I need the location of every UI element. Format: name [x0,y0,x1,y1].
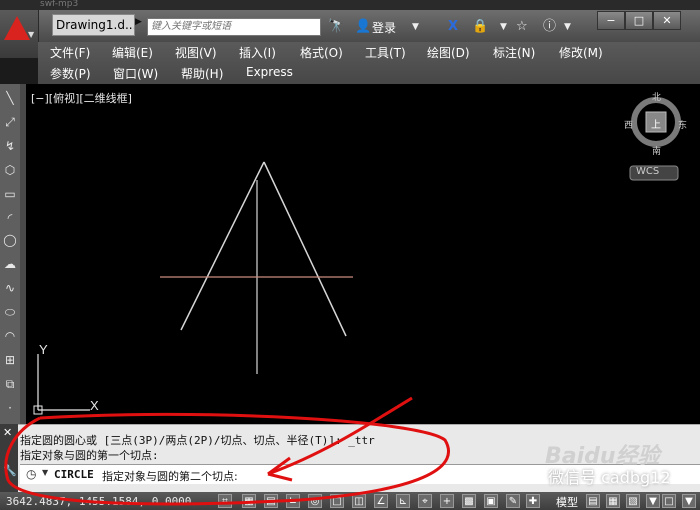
line-tool-icon[interactable]: ╲ [2,90,18,106]
arc-icon[interactable]: ◜ [2,210,18,226]
current-command: CIRCLE [54,468,94,481]
dynamic-input-icon[interactable]: ⌖ [418,494,432,508]
close-icon[interactable]: ✕ [3,426,12,439]
spline-icon[interactable]: ∿ [2,280,18,296]
quick-properties-icon[interactable]: ▣ [484,494,498,508]
selection-cycling-icon[interactable]: ✎ [506,494,520,508]
window-caption: swf-mp3 [40,0,79,9]
user-icon[interactable]: 👤 [355,18,371,36]
menu-edit[interactable]: 编辑(E) [112,44,153,61]
model-space-button[interactable]: 模型 [556,494,578,510]
application-menu-button[interactable]: ▼ [0,10,39,58]
menu-format[interactable]: 格式(O) [300,44,343,61]
close-button[interactable]: ✕ [653,11,681,30]
draw-toolbar: ╲ ⤢ ↯ ⬡ ▭ ◜ ◯ ☁ ∿ ⬭ ◠ ⊞ ⧉ · [0,84,20,424]
current-prompt: 指定对象与圆的第二个切点: [102,470,238,483]
document-title: Drawing1.d... [52,14,135,36]
top-caption-strip: swf-mp3 [0,0,700,10]
left-slanted-line[interactable] [180,161,265,331]
circle-icon[interactable]: ◯ [2,232,18,248]
3d-osnap-icon[interactable]: ◫ [352,494,366,508]
pan-icon[interactable]: ▼ [646,494,660,508]
command-window-tab: ✕ 🔧 [0,424,18,492]
chevron-down-icon: ▼ [28,30,35,39]
construction-line-icon[interactable]: ⤢ [2,114,18,130]
menu-help[interactable]: 帮助(H) [181,65,223,82]
clean-screen-icon[interactable]: □ [662,494,676,508]
revision-cloud-icon[interactable]: ☁ [2,256,18,272]
drawing-viewport[interactable]: Y X 北 南 东 西 上 WCS [26,84,700,424]
viewport-controls-label[interactable]: [−][俯视][二维线框] [31,90,132,106]
viewcube-top-face[interactable]: 上 [651,116,661,131]
infer-constraints-icon[interactable]: ⌗ [218,494,232,508]
help-icon[interactable]: ⓘ [543,18,556,36]
insert-block-icon[interactable]: ⊞ [2,352,18,368]
menu-modify[interactable]: 修改(M) [559,44,603,61]
ucs-y-label: Y [39,342,48,357]
polar-tracking-icon[interactable]: ◎ [308,494,322,508]
chevron-down-icon[interactable]: ▼ [682,494,696,508]
quick-view-layouts-icon[interactable]: ▦ [606,494,620,508]
maximize-button[interactable]: □ [625,11,653,30]
minimize-button[interactable]: − [597,11,625,30]
menu-dimension[interactable]: 标注(N) [493,44,535,61]
snap-mode-icon[interactable]: ▦ [242,494,256,508]
menu-draw[interactable]: 绘图(D) [427,44,470,61]
ucs-icon: Y X [33,342,99,415]
ellipse-arc-icon[interactable]: ◠ [2,328,18,344]
ortho-mode-icon[interactable]: ∟ [286,494,300,508]
ucs-x-label: X [90,398,99,413]
point-icon[interactable]: · [2,400,18,416]
menu-file[interactable]: 文件(F) [50,44,90,61]
compass-north: 北 [652,93,662,103]
chevron-down-icon[interactable]: ▼ [564,18,571,36]
command-history-line-1: 指定圆的圆心或 [三点(3P)/两点(2P)/切点、切点、半径(T)]: _tt… [20,434,375,447]
wcs-label[interactable]: WCS [636,166,659,177]
play-arrow-icon[interactable]: ▶ [135,17,142,27]
app-store-icon[interactable]: 🔒 [472,18,488,36]
search-input[interactable] [147,18,321,36]
coordinate-readout: 3642.4837, 1455.1584, 0.0000 [6,495,192,508]
menu-window[interactable]: 窗口(W) [113,65,158,82]
lineweight-icon[interactable]: + [440,494,454,508]
star-icon[interactable]: ☆ [516,18,528,36]
wechat-watermark: 微信号 cadbg12 [548,468,671,487]
menu-insert[interactable]: 插入(I) [239,44,276,61]
rectangle-icon[interactable]: ▭ [2,186,18,202]
exchange-icon[interactable]: X [448,18,458,36]
chevron-down-icon[interactable]: ▼ [412,18,419,36]
compass-south: 南 [652,147,662,157]
menu-tools[interactable]: 工具(T) [365,44,406,61]
chevron-down-icon[interactable]: ▼ [500,18,507,36]
menu-bar: 文件(F) 编辑(E) 视图(V) 插入(I) 格式(O) 工具(T) 绘图(D… [38,42,700,84]
transparency-icon[interactable]: ▩ [462,494,476,508]
command-clock-icon[interactable]: ◷ [26,467,36,481]
drawing-canvas: Y X [33,97,681,415]
login-link[interactable]: 登录 [372,19,396,36]
menu-parameters[interactable]: 参数(P) [50,65,91,82]
grid-display-icon[interactable]: ▤ [264,494,278,508]
compass-east: 东 [678,121,688,131]
wrench-icon[interactable]: 🔧 [3,464,17,477]
autocad-logo-icon [4,16,30,40]
make-block-icon[interactable]: ⧉ [2,376,18,392]
layout-icon[interactable]: ▤ [586,494,600,508]
menu-view[interactable]: 视图(V) [175,44,217,61]
chevron-down-icon[interactable]: ▼ [42,468,48,477]
binoculars-icon[interactable]: 🔭 [328,18,344,36]
ellipse-icon[interactable]: ⬭ [2,304,18,320]
annotation-monitor-icon[interactable]: ✚ [526,494,540,508]
menu-express[interactable]: Express [246,65,293,79]
compass-west: 西 [624,121,634,131]
quick-view-drawings-icon[interactable]: ▧ [626,494,640,508]
command-history-line-2: 指定对象与圆的第一个切点: [20,449,159,462]
ducs-icon[interactable]: ⊾ [396,494,410,508]
otrack-icon[interactable]: ∠ [374,494,388,508]
object-snap-icon[interactable]: □ [330,494,344,508]
polygon-icon[interactable]: ⬡ [2,162,18,178]
right-slanted-line[interactable] [263,161,347,337]
polyline-icon[interactable]: ↯ [2,138,18,154]
